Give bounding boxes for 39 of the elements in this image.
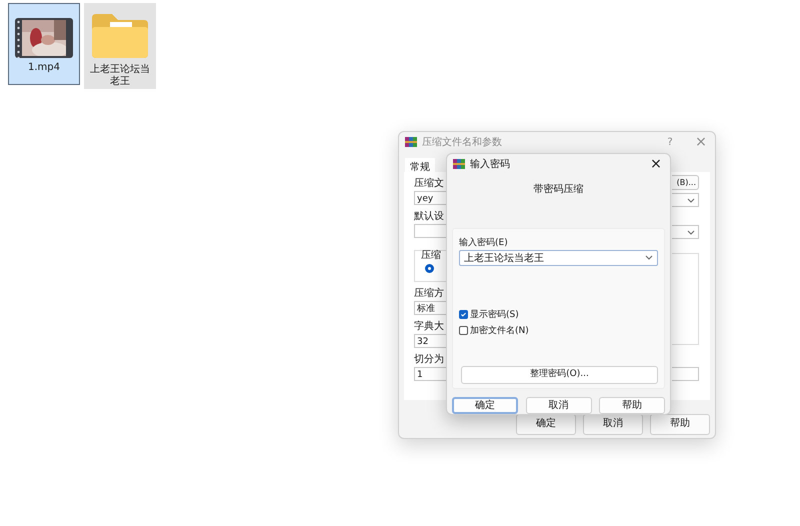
chevron-icon (687, 230, 695, 234)
checkbox-label: 加密文件名(N) (470, 324, 529, 337)
window-title: 输入密码 (470, 158, 511, 171)
books-icon (453, 158, 465, 170)
close-button[interactable]: × (648, 156, 664, 172)
radio-button[interactable] (425, 264, 434, 273)
dropdown[interactable] (672, 225, 699, 239)
checkbox[interactable] (459, 326, 468, 335)
dialog-button[interactable]: 确定 (452, 397, 518, 414)
chevron-icon (687, 198, 695, 202)
field-label: 切分为 (414, 354, 445, 366)
input-field[interactable] (672, 367, 699, 381)
chevron-icon (645, 255, 653, 260)
dropdown[interactable] (672, 193, 699, 207)
folder-icon (90, 12, 150, 60)
group-label: 压缩 (421, 250, 442, 262)
dialog-button[interactable]: 帮助 (650, 414, 710, 435)
dialog-button[interactable]: 帮助 (599, 397, 665, 414)
dialog-heading: 带密码压缩 (532, 182, 584, 197)
dialog-button[interactable]: 取消 (583, 414, 643, 435)
books-icon (405, 136, 417, 148)
browse-button[interactable]: (B)... (672, 175, 699, 190)
password-field[interactable]: 上老王论坛当老王 (459, 250, 658, 266)
checkbox-label: 显示密码(S) (470, 308, 519, 321)
field-label: 输入密码(E) (459, 236, 509, 249)
file-name: 1.mp4 (27, 62, 61, 74)
dialog-button[interactable]: 取消 (526, 397, 592, 414)
field-label: 默认设 (414, 211, 445, 223)
organize-passwords-button[interactable]: 整理密码(O)... (461, 366, 658, 384)
window-title: 压缩文件名和参数 (422, 136, 503, 149)
field-label: 字典大 (414, 321, 445, 333)
file-name: 上老王论坛当老王 (89, 64, 151, 88)
field-label: 压缩方 (414, 288, 445, 300)
dialog-button[interactable]: 确定 (516, 414, 576, 435)
field-label: 压缩文 (414, 178, 445, 190)
checkbox[interactable] (459, 310, 468, 319)
tab[interactable]: 常规 (405, 158, 435, 172)
desktop-item[interactable]: 1.mp4 (8, 3, 80, 85)
desktop-item[interactable]: 上老王论坛当老王 (84, 3, 156, 89)
